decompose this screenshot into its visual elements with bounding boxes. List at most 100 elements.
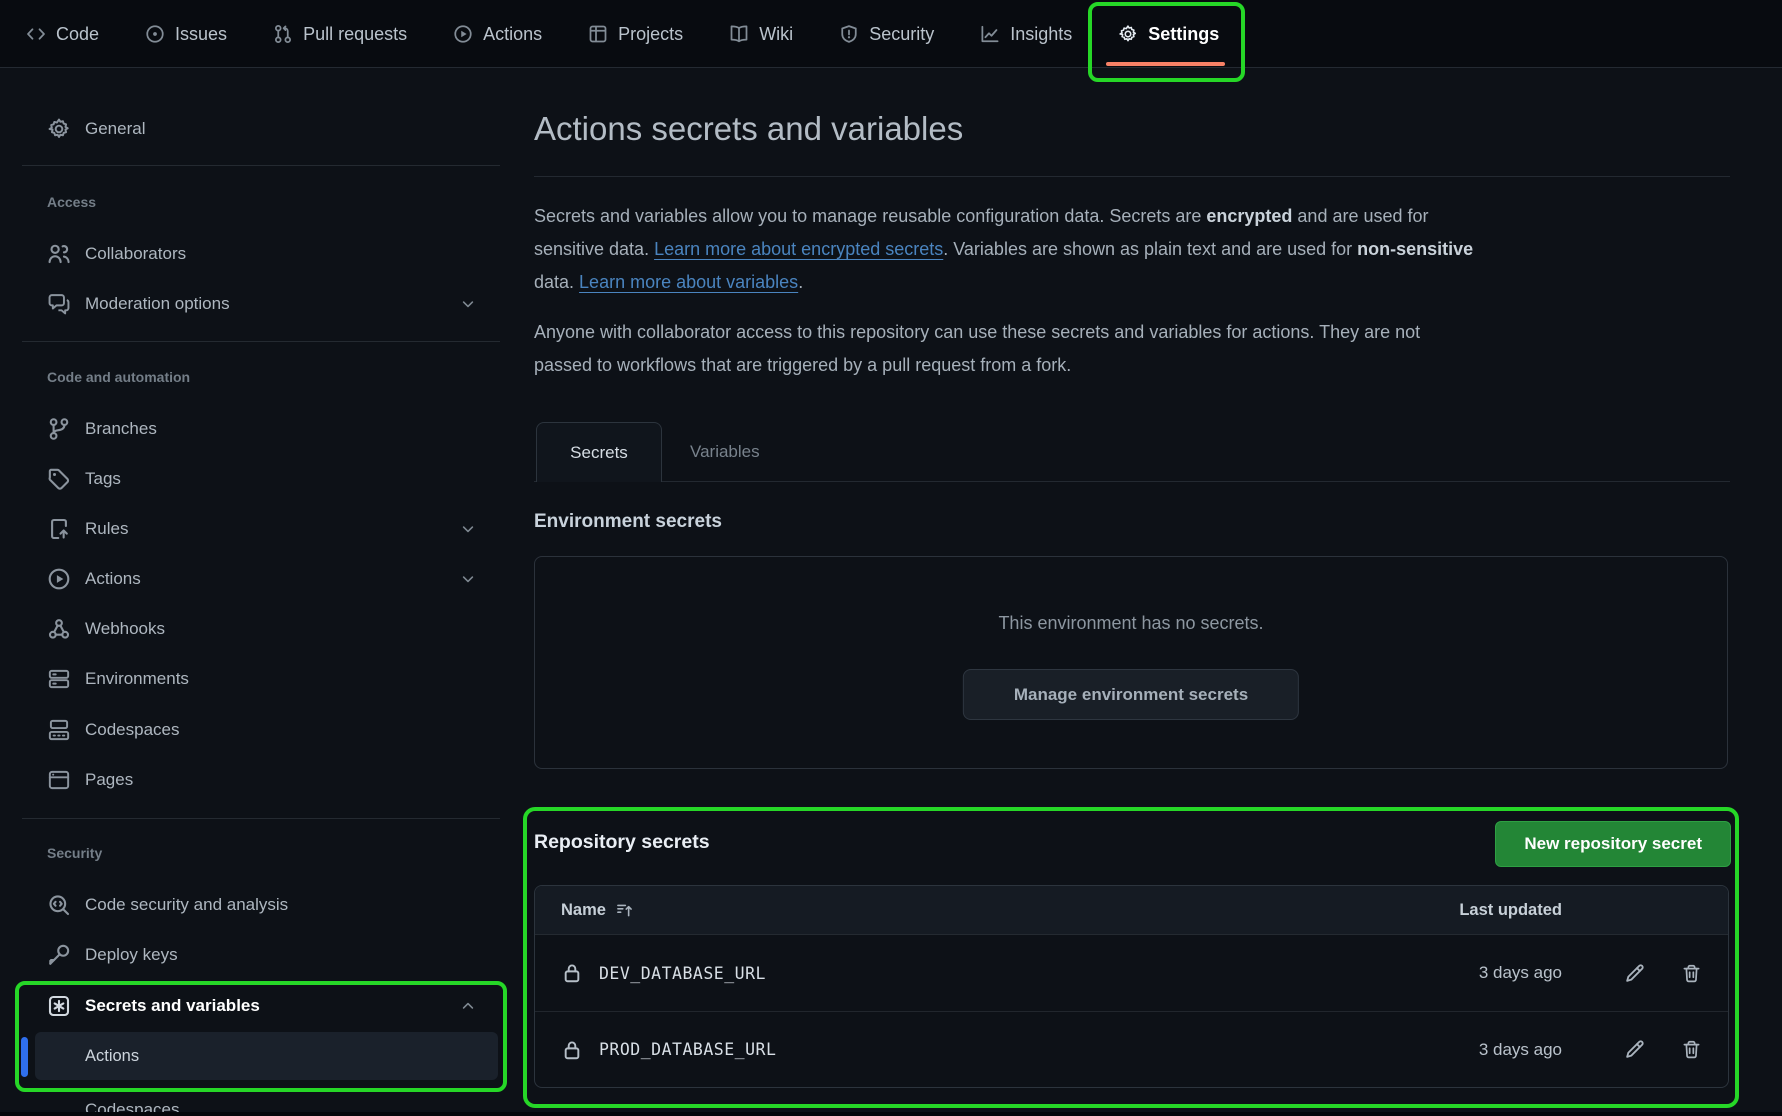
browser-icon (47, 768, 71, 792)
name-column-header[interactable]: Name (561, 901, 1432, 920)
environment-secrets-panel: This environment has no secrets. Manage … (534, 556, 1728, 769)
sidebar-label: Environments (85, 669, 189, 689)
sidebar-item-actions[interactable]: Actions (22, 557, 500, 601)
sidebar-item-general[interactable]: General (22, 107, 500, 151)
nav-label: Settings (1148, 24, 1219, 45)
environment-empty-message: This environment has no secrets. (535, 613, 1727, 634)
sidebar-item-environments[interactable]: Environments (22, 657, 500, 701)
inline-link[interactable]: Learn more about encrypted secrets (654, 239, 943, 259)
nav-label: Actions (483, 24, 542, 45)
edit-pencil-icon[interactable] (1624, 963, 1645, 984)
repository-secrets-heading: Repository secrets (534, 831, 710, 854)
last-updated-cell: 3 days ago (1432, 1040, 1562, 1060)
sidebar-item-moderation-options[interactable]: Moderation options (22, 282, 500, 326)
shield-icon (839, 24, 859, 44)
nav-label: Insights (1010, 24, 1072, 45)
table-header-row: Name Last updated (535, 886, 1728, 935)
delete-trash-icon[interactable] (1681, 1039, 1702, 1060)
secret-name-cell: PROD_DATABASE_URL (561, 1039, 1432, 1061)
sidebar-item-tags[interactable]: Tags (22, 457, 500, 501)
table-row: PROD_DATABASE_URL 3 days ago (535, 1011, 1728, 1087)
server-icon (47, 667, 71, 691)
sidebar-item-collaborators[interactable]: Collaborators (22, 232, 500, 276)
code-icon (26, 24, 46, 44)
lock-icon (561, 1039, 583, 1061)
row-actions (1562, 963, 1702, 984)
sidebar-item-code-security[interactable]: Code security and analysis (22, 883, 500, 927)
nav-tab-wiki[interactable]: Wiki (729, 0, 793, 68)
nav-tab-actions[interactable]: Actions (453, 0, 542, 68)
pull-request-icon (273, 24, 293, 44)
project-board-icon (588, 24, 608, 44)
book-icon (729, 24, 749, 44)
intro-line: data. Learn more about variables. (534, 266, 1744, 299)
settings-sidebar: General Access Collaborators Moderation … (22, 68, 500, 1116)
gear-icon (47, 117, 71, 141)
nav-tab-projects[interactable]: Projects (588, 0, 683, 68)
issue-icon (145, 24, 165, 44)
sidebar-label: Collaborators (85, 244, 186, 264)
secret-name: PROD_DATABASE_URL (599, 1040, 776, 1059)
nav-label: Code (56, 24, 99, 45)
divider (22, 341, 500, 342)
repo-nav: Code Issues Pull requests Actions Projec… (0, 0, 1782, 68)
page-title: Actions secrets and variables (534, 110, 963, 148)
sidebar-section-access: Access (47, 190, 96, 214)
sidebar-item-webhooks[interactable]: Webhooks (22, 607, 500, 651)
tab-variables[interactable]: Variables (690, 422, 760, 482)
nav-label: Projects (618, 24, 683, 45)
note-line: passed to workflows that are triggered b… (534, 349, 1744, 382)
people-icon (47, 242, 71, 266)
selected-item-indicator-bar (21, 1037, 28, 1077)
nav-tab-security[interactable]: Security (839, 0, 934, 68)
manage-environment-secrets-button[interactable]: Manage environment secrets (963, 669, 1299, 720)
nav-tab-pull-requests[interactable]: Pull requests (273, 0, 407, 68)
sidebar-label: Actions (85, 1047, 139, 1066)
name-header-label: Name (561, 901, 606, 920)
secrets-variables-tabbar: Secrets Variables (534, 422, 1730, 482)
sidebar-item-secrets-and-variables[interactable]: Secrets and variables (22, 984, 500, 1028)
nav-label: Security (869, 24, 934, 45)
sidebar-label: Rules (85, 519, 128, 539)
sidebar-label: Secrets and variables (85, 996, 260, 1016)
divider (534, 176, 1730, 177)
sidebar-label: Tags (85, 469, 121, 489)
tag-icon (47, 467, 71, 491)
chevron-down-icon (460, 521, 476, 537)
sidebar-item-deploy-keys[interactable]: Deploy keys (22, 933, 500, 977)
inline-link[interactable]: Learn more about variables (579, 272, 798, 292)
nav-label: Wiki (759, 24, 793, 45)
sidebar-item-branches[interactable]: Branches (22, 407, 500, 451)
chevron-down-icon (460, 296, 476, 312)
play-circle-icon (47, 567, 71, 591)
nav-label: Pull requests (303, 24, 407, 45)
last-updated-cell: 3 days ago (1432, 963, 1562, 983)
sidebar-item-codespaces[interactable]: Codespaces (22, 708, 500, 752)
screenshot-bottom-edge (0, 1112, 1782, 1116)
table-row: DEV_DATABASE_URL 3 days ago (535, 935, 1728, 1011)
nav-tab-code[interactable]: Code (26, 0, 99, 68)
last-updated-column-header: Last updated (1432, 901, 1562, 920)
sidebar-label: Branches (85, 419, 157, 439)
chevron-up-icon (460, 998, 476, 1014)
sort-ascending-icon (616, 902, 633, 919)
repository-secrets-table: Name Last updated DEV_DATABASE_URL 3 day… (534, 885, 1729, 1088)
sidebar-item-rules[interactable]: Rules (22, 507, 500, 551)
sidebar-section-code-automation: Code and automation (47, 365, 190, 389)
tab-secrets[interactable]: Secrets (536, 422, 662, 482)
new-repository-secret-button[interactable]: New repository secret (1495, 821, 1731, 867)
key-asterisk-icon (47, 994, 71, 1018)
sidebar-label: Actions (85, 569, 141, 589)
sidebar-item-pages[interactable]: Pages (22, 758, 500, 802)
sidebar-label: Webhooks (85, 619, 165, 639)
nav-tab-issues[interactable]: Issues (145, 0, 227, 68)
nav-tab-settings[interactable]: Settings (1118, 0, 1219, 68)
secret-name: DEV_DATABASE_URL (599, 964, 766, 983)
edit-pencil-icon[interactable] (1624, 1039, 1645, 1060)
delete-trash-icon[interactable] (1681, 963, 1702, 984)
sidebar-label: Pages (85, 770, 133, 790)
sidebar-subitem-actions[interactable]: Actions (35, 1032, 498, 1080)
nav-tab-insights[interactable]: Insights (980, 0, 1072, 68)
intro-line: sensitive data. Learn more about encrypt… (534, 233, 1744, 266)
intro-line: Secrets and variables allow you to manag… (534, 200, 1744, 233)
